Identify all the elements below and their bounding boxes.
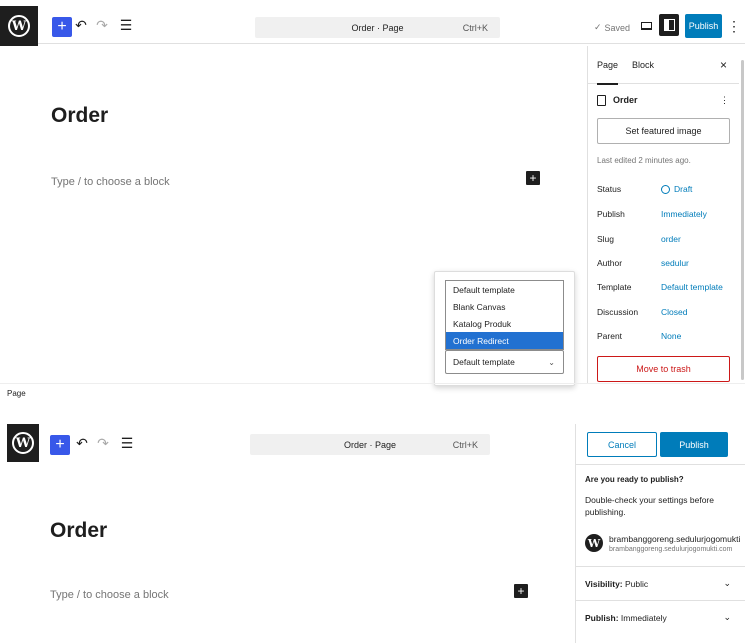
redo-icon[interactable]: ↷ [94, 433, 112, 453]
slug-label: Slug [597, 234, 615, 244]
block-breadcrumb: Page [7, 389, 26, 398]
block-inserter-toggle[interactable]: + [52, 17, 72, 37]
block-inserter-icon[interactable]: + [526, 171, 540, 185]
publish-date-value: Immediately [620, 612, 667, 623]
discussion-value[interactable]: Closed [661, 307, 687, 317]
page-actions-icon[interactable]: ⋮ [720, 95, 729, 106]
wordpress-icon: W [12, 432, 34, 454]
slug-value[interactable]: order [661, 234, 681, 244]
close-icon[interactable]: × [720, 46, 727, 84]
template-option-selected[interactable]: Order Redirect [446, 332, 563, 349]
last-edited-text: Last edited 2 minutes ago. [597, 156, 691, 165]
parent-value[interactable]: None [661, 331, 681, 341]
wordpress-icon: W [8, 15, 30, 37]
options-menu-icon[interactable]: ⋮ [727, 16, 741, 36]
double-check-text: Double-check your settings before publis… [585, 495, 714, 517]
confirm-publish-button[interactable]: Publish [660, 432, 728, 457]
saved-status: ✓ Saved [594, 22, 630, 33]
page-icon [597, 94, 606, 106]
block-inserter-icon[interactable]: + [514, 584, 528, 598]
template-option[interactable]: Default template [446, 281, 563, 298]
publish-date-panel-toggle[interactable]: Publish: Immediately ⌄ [576, 600, 745, 634]
parent-label: Parent [597, 331, 623, 341]
ready-to-publish-heading: Are you ready to publish? [585, 475, 684, 484]
site-name: brambanggoreng.sedulurjogomukti [609, 534, 741, 544]
template-select[interactable]: Default template ⌄ [445, 350, 564, 374]
saved-label: Saved [604, 22, 631, 33]
template-select-value: Default template [453, 357, 515, 367]
tab-page[interactable]: Page [597, 46, 619, 85]
visibility-label: Visibility: [585, 578, 623, 589]
settings-sidebar: Page Block × Order ⋮ Set featured image … [587, 46, 739, 384]
post-title[interactable]: Order [50, 519, 107, 543]
sidebar-tabs: Page Block × [588, 46, 739, 85]
set-featured-image-button[interactable]: Set featured image [597, 118, 730, 144]
author-label: Author [597, 258, 623, 268]
section-divider [0, 383, 745, 384]
editor-header-top: W + ↶ ↷ ☰ Order · Page Ctrl+K ✓ Saved Pu… [0, 0, 745, 46]
cancel-button[interactable]: Cancel [587, 432, 657, 457]
undo-icon[interactable]: ↶ [72, 15, 90, 35]
publish-value[interactable]: Immediately [661, 209, 707, 219]
pre-publish-panel: Cancel Publish Are you ready to publish?… [575, 424, 745, 643]
visibility-value: Public [625, 578, 649, 589]
command-palette-bar[interactable]: Order · Page Ctrl+K [255, 17, 500, 38]
page-name: Order [613, 95, 638, 105]
block-placeholder[interactable]: Type / to choose a block [50, 589, 169, 601]
author-value[interactable]: sedulur [661, 258, 689, 268]
preview-icon[interactable] [638, 18, 654, 34]
check-icon: ✓ [594, 22, 602, 32]
template-value[interactable]: Default template [661, 282, 723, 292]
redo-icon[interactable]: ↷ [93, 15, 111, 35]
site-info: W brambanggoreng.sedulurjogomukti bramba… [585, 534, 740, 553]
draft-status-icon [661, 184, 670, 194]
publish-label: Publish [597, 209, 625, 219]
move-to-trash-button[interactable]: Move to trash [597, 356, 730, 382]
sidebar-scrollbar[interactable] [741, 60, 744, 380]
chevron-down-icon: ⌄ [723, 612, 731, 622]
wordpress-logo-button[interactable]: W [0, 6, 38, 46]
undo-icon[interactable]: ↶ [73, 433, 91, 453]
status-text: Draft [674, 184, 693, 194]
document-overview-icon[interactable]: ☰ [117, 433, 137, 453]
template-dropdown-popover: Default template Blank Canvas Katalog Pr… [434, 271, 575, 386]
site-url: brambanggoreng.sedulurjogomukti.com [609, 546, 733, 553]
publish-date-label: Publish: [585, 612, 619, 623]
block-placeholder[interactable]: Type / to choose a block [51, 176, 170, 188]
status-label: Status [597, 184, 622, 194]
post-title[interactable]: Order [51, 104, 108, 128]
panel-divider [576, 464, 745, 465]
chevron-down-icon: ⌄ [723, 578, 731, 588]
discussion-label: Discussion [597, 307, 639, 317]
publish-button[interactable]: Publish [685, 14, 722, 38]
status-value[interactable]: Draft [661, 184, 692, 194]
wordpress-icon: W [585, 534, 603, 552]
settings-sidebar-toggle-icon[interactable] [659, 14, 679, 36]
template-options-list[interactable]: Default template Blank Canvas Katalog Pr… [445, 280, 564, 350]
chevron-down-icon: ⌄ [548, 357, 555, 367]
template-label: Template [597, 282, 632, 292]
template-option[interactable]: Blank Canvas [446, 298, 563, 315]
shortcut-hint: Ctrl+K [452, 439, 478, 450]
block-inserter-toggle[interactable]: + [50, 435, 70, 455]
document-overview-icon[interactable]: ☰ [116, 15, 136, 35]
template-option[interactable]: Katalog Produk [446, 315, 563, 332]
page-summary-header: Order ⋮ [597, 93, 729, 107]
tab-block[interactable]: Block [632, 46, 654, 84]
shortcut-hint: Ctrl+K [462, 22, 488, 33]
visibility-panel-toggle[interactable]: Visibility: Public ⌄ [576, 566, 745, 600]
command-palette-bar[interactable]: Order · Page Ctrl+K [250, 434, 490, 455]
wordpress-logo-button[interactable]: W [7, 424, 39, 462]
